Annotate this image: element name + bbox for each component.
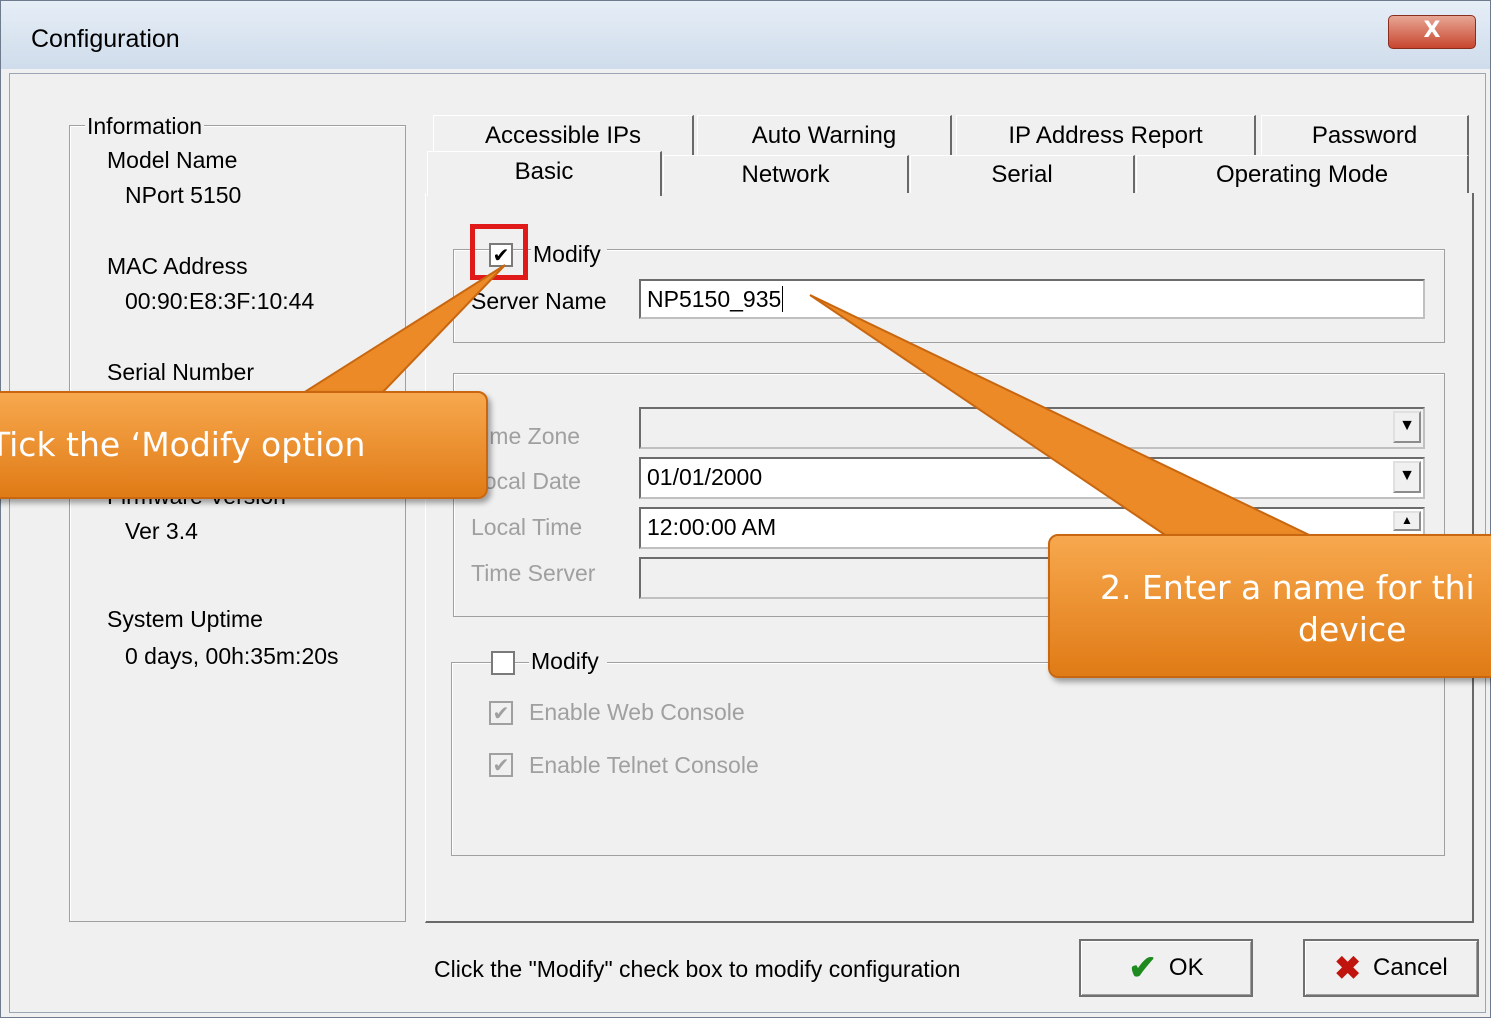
server-name-input[interactable]: NP5150_935 [639, 279, 1425, 319]
chevron-down-icon[interactable]: ▼ [1393, 411, 1421, 443]
spin-up-icon[interactable]: ▲ [1393, 511, 1421, 531]
tab-auto-warning[interactable]: Auto Warning [697, 115, 952, 156]
model-name-value: NPort 5150 [125, 182, 242, 208]
information-group [69, 125, 406, 922]
callout-two-line2: device [1298, 610, 1407, 649]
console-modify-label: Modify [529, 648, 607, 675]
window-title: Configuration [31, 25, 180, 53]
tab-password[interactable]: Password [1261, 115, 1469, 156]
mac-address-value: 00:90:E8:3F:10:44 [125, 288, 315, 314]
tab-basic[interactable]: Basic [427, 151, 662, 196]
tab-network[interactable]: Network [663, 155, 909, 194]
highlight-box [470, 224, 528, 280]
tab-ip-address-report[interactable]: IP Address Report [956, 115, 1256, 156]
checkmark-icon: ✔ [1128, 949, 1157, 987]
serial-number-label: Serial Number [107, 359, 254, 385]
web-console-label: Enable Web Console [529, 699, 745, 725]
system-uptime-value: 0 days, 00h:35m:20s [125, 643, 339, 669]
cancel-label: Cancel [1373, 954, 1448, 981]
local-date-picker[interactable]: 01/01/2000 ▼ [639, 457, 1425, 499]
model-name-label: Model Name [107, 147, 238, 173]
tab-operating-mode[interactable]: Operating Mode [1136, 155, 1469, 194]
server-name-value: NP5150_935 [647, 286, 782, 312]
web-console-checkbox[interactable]: ✔ [489, 701, 513, 725]
cancel-x-icon: ✖ [1334, 950, 1362, 986]
local-time-value: 12:00:00 AM [647, 514, 777, 540]
system-uptime-label: System Uptime [107, 606, 263, 632]
server-name-modify-label: Modify [531, 241, 607, 268]
local-date-value: 01/01/2000 [647, 464, 763, 490]
local-time-label: Local Time [471, 514, 583, 540]
configuration-window: Configuration X Information Model Name N… [0, 0, 1491, 1018]
time-zone-select[interactable]: ▼ [639, 407, 1425, 449]
firmware-version-value: Ver 3.4 [125, 518, 198, 544]
information-group-label: Information [85, 113, 205, 140]
telnet-console-checkbox[interactable]: ✔ [489, 753, 513, 777]
mac-address-label: MAC Address [107, 253, 248, 279]
ok-label: OK [1168, 954, 1204, 981]
cancel-button[interactable]: ✖ Cancel [1303, 939, 1479, 997]
title-bar[interactable]: Configuration X [1, 1, 1490, 69]
callout-one: Tick the ‘Modify option [0, 391, 488, 499]
callout-one-text: Tick the ‘Modify option [0, 425, 366, 464]
footer-hint: Click the "Modify" check box to modify c… [434, 956, 961, 982]
tab-serial[interactable]: Serial [910, 155, 1135, 194]
tab-accessible-ips[interactable]: Accessible IPs [433, 115, 694, 156]
chevron-down-icon[interactable]: ▼ [1393, 461, 1421, 493]
ok-button[interactable]: ✔ OK [1079, 939, 1253, 997]
callout-two-line1: 2. Enter a name for thi [1100, 568, 1475, 607]
callout-two: 2. Enter a name for thi device [1048, 534, 1491, 678]
close-button[interactable]: X [1388, 15, 1476, 49]
time-server-label: Time Server [471, 560, 596, 586]
server-name-label: Server Name [471, 288, 607, 314]
console-modify-checkbox[interactable] [491, 651, 515, 675]
telnet-console-label: Enable Telnet Console [529, 752, 759, 778]
